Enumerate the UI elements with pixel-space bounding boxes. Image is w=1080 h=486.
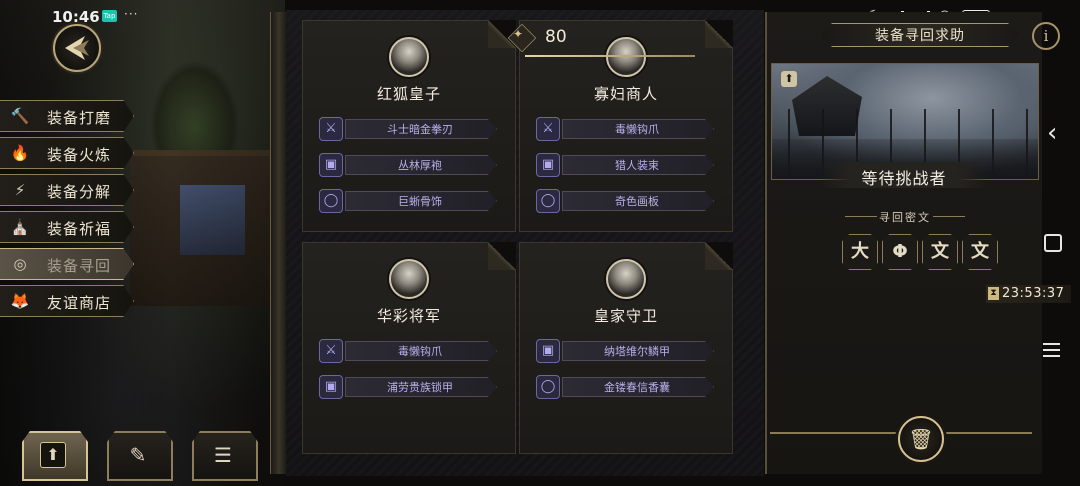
ring-icon: ◯ — [319, 189, 343, 213]
waiting-status: 等待挑战者 — [861, 169, 947, 188]
system-nav-bar: ‹ — [1040, 0, 1080, 486]
hammer-icon: 🔨 — [10, 107, 30, 125]
menu-item-label: 装备火炼 — [47, 146, 112, 164]
menu-item-bless[interactable]: ⛪ 装备祈福 — [0, 211, 134, 243]
pray-icon: ⛪ — [10, 218, 30, 236]
cancel-request-button[interactable]: 🗑 — [898, 416, 944, 462]
item-list: ⚔ 毒懒钩爪 ▣ 猎人装束 ◯ 奇色画板 — [536, 117, 718, 225]
item-row[interactable]: ⚔ 毒懒钩爪 — [319, 339, 501, 363]
menu-item-label: 友谊商店 — [47, 294, 112, 312]
menu-item-friend-shop[interactable]: 🦊 友谊商店 — [0, 285, 134, 317]
item-label: 斗士暗金拳刃 — [387, 123, 453, 136]
ring-icon: ◯ — [536, 375, 560, 399]
currency-display: ✦ 80 — [505, 22, 695, 62]
menu-item-retrieve[interactable]: ◎ 装备寻回 — [0, 248, 134, 280]
character-portrait — [389, 37, 429, 77]
trash-icon: 🗑 — [908, 427, 934, 451]
armor-icon: ▣ — [319, 375, 343, 399]
cipher-title: 寻回密文 — [879, 211, 931, 224]
list-icon: ☰ — [214, 443, 232, 467]
armor-icon: ▣ — [536, 339, 560, 363]
armor-icon: ▣ — [319, 153, 343, 177]
blade-icon: ⚔ — [536, 117, 560, 141]
compass-icon: ◎ — [13, 255, 27, 273]
item-row[interactable]: ▣ 猎人装束 — [536, 153, 718, 177]
character-portrait — [389, 259, 429, 299]
cipher-rune-1: 大 — [842, 234, 878, 270]
blade-icon: ⚔ — [319, 117, 343, 141]
menu-item-label: 装备寻回 — [47, 257, 112, 275]
item-row[interactable]: ◯ 巨蜥骨饰 — [319, 189, 501, 213]
upload-icon: ⬆ — [40, 442, 66, 468]
character-name: 华彩将军 — [376, 307, 441, 325]
item-list: ▣ 纳塔维尔鳞甲 ◯ 金镂春信香囊 — [536, 339, 718, 411]
currency-underline — [525, 55, 695, 57]
nav-menu-button[interactable] — [1043, 343, 1060, 361]
back-button[interactable] — [53, 24, 101, 72]
item-label: 奇色画板 — [615, 195, 659, 208]
currency-value: 80 — [545, 27, 567, 47]
item-list: ⚔ 毒懒钩爪 ▣ 浦劳贵族锁甲 — [319, 339, 501, 411]
menu-item-label: 装备打磨 — [47, 109, 112, 127]
item-label: 巨蜥骨饰 — [398, 195, 442, 208]
cipher-rune-4: 文 — [962, 234, 998, 270]
list-tab-button[interactable]: ☰ — [192, 431, 258, 481]
character-name: 皇家守卫 — [593, 307, 658, 325]
item-list: ⚔ 斗士暗金拳刃 ▣ 丛林厚袍 ◯ 巨蜥骨饰 — [319, 117, 501, 225]
taptap-badge-icon: Tap — [102, 10, 117, 22]
item-label: 猎人装束 — [615, 159, 659, 172]
menu-item-polish[interactable]: 🔨 装备打磨 — [0, 100, 134, 132]
fox-icon: 🦊 — [10, 292, 30, 310]
lightning-icon: ⚡ — [14, 181, 26, 199]
item-row[interactable]: ⚔ 斗士暗金拳刃 — [319, 117, 501, 141]
nav-home-button[interactable] — [1044, 234, 1062, 252]
blade-icon: ⚔ — [319, 339, 343, 363]
request-card-3[interactable]: 华彩将军 ⚔ 毒懒钩爪 ▣ 浦劳贵族锁甲 — [302, 242, 516, 454]
item-label: 毒懒钩爪 — [615, 123, 659, 136]
item-label: 浦劳贵族锁甲 — [387, 381, 453, 394]
back-arrow-icon — [65, 36, 89, 60]
upload-tab-button[interactable]: ⬆ — [22, 431, 88, 481]
item-label: 金镂春信香囊 — [604, 381, 670, 394]
flame-icon: 🔥 — [10, 144, 30, 162]
cipher-rune-2: Φ — [882, 234, 918, 270]
ring-icon: ◯ — [536, 189, 560, 213]
character-name: 红狐皇子 — [376, 85, 441, 103]
upload-badge-icon: ⬆ — [781, 71, 797, 87]
item-row[interactable]: ▣ 丛林厚袍 — [319, 153, 501, 177]
feather-tab-button[interactable]: ✎ — [107, 431, 173, 481]
character-portrait — [606, 259, 646, 299]
item-row[interactable]: ◯ 奇色画板 — [536, 189, 718, 213]
feather-icon: ✎ — [129, 443, 147, 467]
cipher-rune-3: 文 — [922, 234, 958, 270]
menu-item-dismantle[interactable]: ⚡ 装备分解 — [0, 174, 134, 206]
side-menu: 🔨 装备打磨 🔥 装备火炼 ⚡ 装备分解 ⛪ 装备祈福 ◎ 装备寻回 🦊 友谊商… — [0, 100, 140, 322]
menu-item-forge[interactable]: 🔥 装备火炼 — [0, 137, 134, 169]
menu-item-label: 装备祈福 — [47, 220, 112, 238]
item-label: 丛林厚袍 — [398, 159, 442, 172]
panel-title: 装备寻回求助 — [875, 28, 965, 44]
request-card-1[interactable]: 红狐皇子 ⚔ 斗士暗金拳刃 ▣ 丛林厚袍 ◯ 巨蜥骨饰 — [302, 20, 516, 232]
nav-back-button[interactable]: ‹ — [1047, 118, 1057, 148]
item-label: 毒懒钩爪 — [398, 345, 442, 358]
more-notifications-icon: ··· — [124, 7, 139, 21]
rune-currency-glyph: ✦ — [513, 27, 524, 41]
item-row[interactable]: ▣ 纳塔维尔鳞甲 — [536, 339, 718, 363]
item-label: 纳塔维尔鳞甲 — [604, 345, 670, 358]
character-name: 寡妇商人 — [593, 85, 658, 103]
item-row[interactable]: ▣ 浦劳贵族锁甲 — [319, 375, 501, 399]
menu-item-label: 装备分解 — [47, 183, 112, 201]
request-card-4[interactable]: 皇家守卫 ▣ 纳塔维尔鳞甲 ◯ 金镂春信香囊 — [519, 242, 733, 454]
hourglass-icon: ⧗ — [988, 287, 999, 300]
item-row[interactable]: ⚔ 毒懒钩爪 — [536, 117, 718, 141]
item-row[interactable]: ◯ 金镂春信香囊 — [536, 375, 718, 399]
armor-icon: ▣ — [536, 153, 560, 177]
